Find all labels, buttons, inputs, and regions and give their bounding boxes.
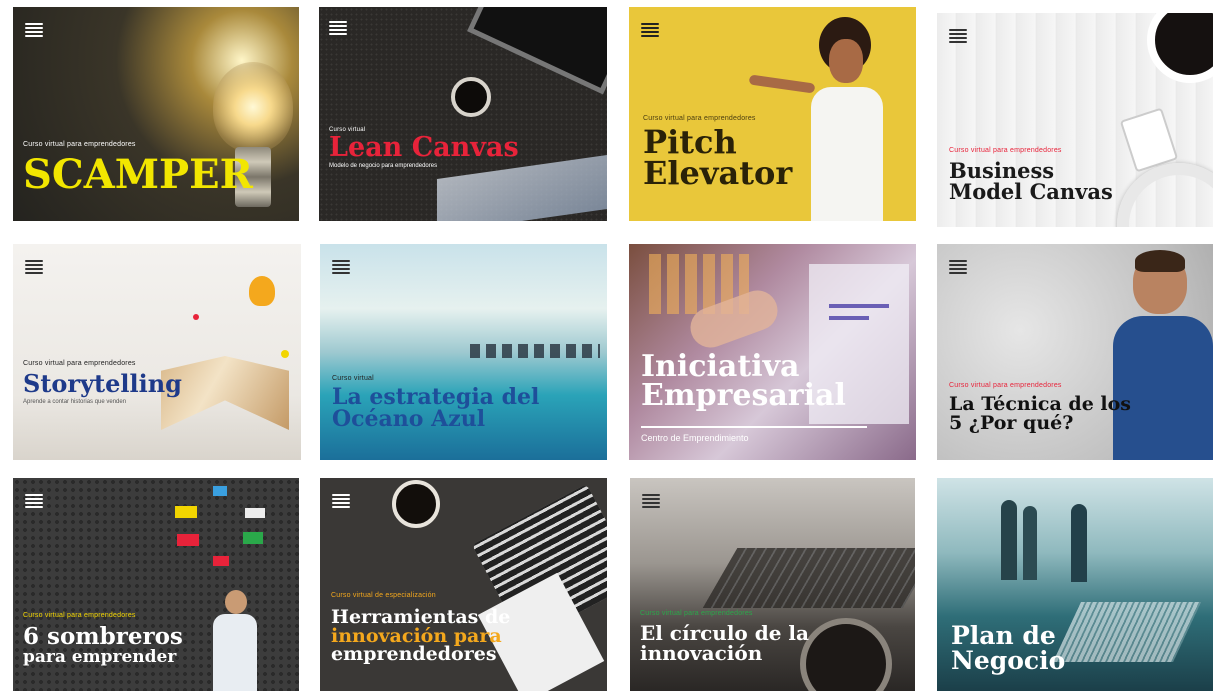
course-tagline: Aprende a contar historias que venden [23,399,127,405]
headphones-icon [1117,163,1213,227]
hat-icon [213,486,227,496]
course-card-herramientas-innovacion[interactable]: Curso virtual de especialización Herrami… [320,478,607,691]
lightbulb-icon [213,62,293,152]
man-figure [225,590,247,614]
course-subtitle: Curso virtual para emprendedores [643,115,756,122]
divider [641,426,867,428]
course-title: Iniciativa Empresarial [641,349,846,414]
course-subtitle: Curso virtual para emprendedores [23,141,136,148]
course-title: La Técnica de los 5 ¿Por qué? [949,393,1132,434]
institution-logo-icon [329,21,347,37]
institution-logo-icon [949,29,967,45]
institution-logo-icon [332,260,350,276]
laptop-icon [1053,602,1201,662]
institution-logo-icon [332,494,350,510]
course-title: Plan de Negocio [951,621,1066,675]
course-subtitle: Curso virtual para emprendedores [949,382,1062,389]
water-bungalows [470,344,600,358]
hot-air-balloon-icon [249,276,275,306]
hat-icon [177,534,199,546]
laptop-corner [467,7,607,95]
course-card-scamper[interactable]: Curso virtual para emprendedores SCAMPER [13,7,299,221]
course-subtitle: Curso virtual para emprendedores [640,610,753,617]
course-card-business-model-canvas[interactable]: Curso virtual para emprendedores Busines… [937,13,1213,227]
institution-logo-icon [25,23,43,39]
course-subtitle: Curso virtual para emprendedores [23,360,136,367]
keyboard [702,548,915,608]
institution-logo-icon [949,260,967,276]
course-card-storytelling[interactable]: Curso virtual para emprendedores Storyte… [13,244,301,460]
course-title: Storytelling [23,369,182,398]
institution-logo-icon [641,23,659,39]
course-title: Pitch Elevator [643,123,793,193]
coffee-cup-icon [800,618,892,691]
course-title: La estrategia del Océano Azul [332,384,540,432]
hat-icon [175,506,197,518]
people-silhouettes [1001,500,1017,580]
institution-logo-icon [642,494,660,510]
course-subtitle: Curso virtual [332,375,374,382]
course-subtitle: Curso virtual para emprendedores [23,612,136,619]
hat-icon [243,532,263,544]
course-card-plan-de-negocio[interactable]: Plan de Negocio [937,478,1213,691]
course-title: Business Model Canvas [949,158,1113,204]
course-subtitle: Curso virtual para emprendedores [949,147,1062,154]
course-card-pitch-elevator[interactable]: Curso virtual para emprendedores Pitch E… [629,7,916,221]
course-card-circulo-innovacion[interactable]: Curso virtual para emprendedores El círc… [630,478,915,691]
course-title: Lean Canvas [329,132,519,163]
course-title: El círculo de la innovación [640,621,809,665]
course-title: Herramientas de innovación para emprende… [331,606,511,666]
institution-logo-icon [25,260,43,276]
coffee-cup-icon [392,480,440,528]
course-subtitle: Curso virtual de especialización [331,592,436,599]
coffee-cup-icon [451,77,491,117]
coffee-cup-icon [1147,13,1213,83]
hat-icon [245,508,265,518]
course-card-lean-canvas[interactable]: Curso virtual Lean Canvas Modelo de nego… [319,7,607,221]
course-title: 6 sombreros para emprender [23,623,183,667]
course-card-iniciativa-empresarial[interactable]: Iniciativa Empresarial Centro de Emprend… [629,244,916,460]
course-card-cinco-por-que[interactable]: Curso virtual para emprendedores La Técn… [937,244,1213,460]
institution-logo-icon [25,494,43,510]
hat-icon [213,556,229,566]
course-card-oceano-azul[interactable]: Curso virtual La estrategia del Océano A… [320,244,607,460]
course-title: SCAMPER [23,151,253,198]
course-card-seis-sombreros[interactable]: Curso virtual para emprendedores 6 sombr… [13,478,299,691]
course-tagline: Centro de Emprendimiento [641,433,749,443]
course-tagline: Modelo de negocio para emprendedores [329,163,438,169]
